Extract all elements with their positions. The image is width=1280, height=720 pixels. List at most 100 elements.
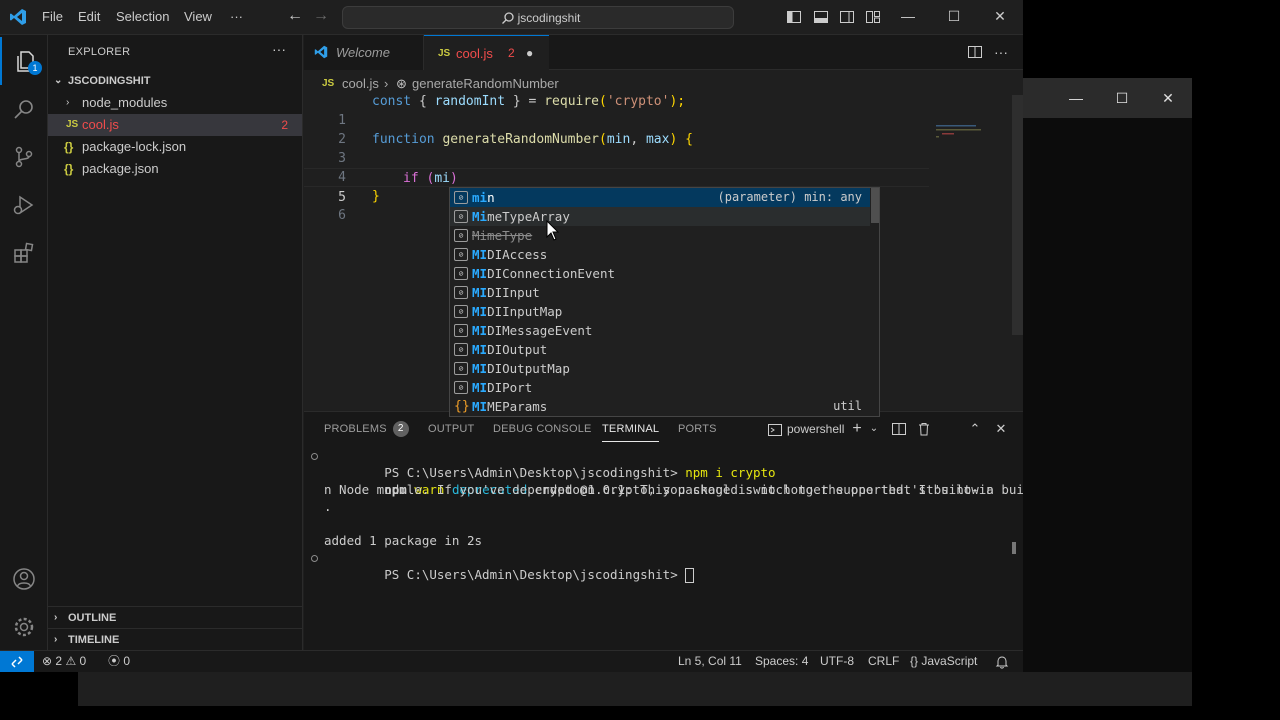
maximize-icon[interactable]: ☐ — [944, 8, 964, 25]
tab-welcome[interactable]: Welcome — [304, 35, 424, 70]
suggestion-item[interactable]: ⊘ MimeType — [450, 226, 870, 245]
timeline-section[interactable]: › TIMELINE — [48, 628, 302, 650]
encoding[interactable]: UTF-8 — [820, 651, 854, 672]
tree-item-package-json[interactable]: {} package.json — [48, 158, 302, 180]
terminal-line: added 1 package in 2s — [324, 533, 483, 548]
suggestion-item[interactable]: ⊘ MIDIOutputMap — [450, 359, 870, 378]
forward-arrow-icon[interactable]: → — [313, 7, 329, 25]
tab-problems[interactable]: PROBLEMS 2 — [324, 412, 409, 447]
workspace-root[interactable]: ⌄ JSCODINGSHIT — [48, 70, 302, 92]
suggestion-item[interactable]: {} MIMEParams util — [450, 397, 870, 416]
title-bar: File Edit Selection View ··· ← → jscodin… — [0, 0, 1023, 35]
tree-item-cool-js[interactable]: JS cool.js 2 — [48, 114, 302, 136]
suggestions-scrollbar[interactable] — [871, 188, 879, 223]
source-control-icon — [15, 146, 33, 168]
menu-file[interactable]: File — [42, 9, 63, 24]
tab-problem-count: 2 — [508, 46, 515, 60]
line-ending[interactable]: CRLF — [868, 651, 899, 672]
terminal-line: PS C:\Users\Admin\Desktop\jscodingshit> — [311, 549, 1014, 583]
terminal-cursor — [685, 568, 695, 583]
code-line-current: 5 if (mi) — [304, 168, 929, 205]
editor-scrollbar[interactable] — [1012, 95, 1023, 335]
outline-section[interactable]: › OUTLINE — [48, 606, 302, 628]
suggestion-item[interactable]: ⊘ MIDIInputMap — [450, 302, 870, 321]
error-count-badge: 2 — [281, 118, 288, 132]
command-decoration-icon — [311, 453, 318, 460]
ports-status[interactable]: ⦿ 0 — [108, 651, 130, 672]
split-editor-icon[interactable] — [966, 44, 984, 62]
toggle-panel-icon[interactable] — [813, 9, 829, 25]
menu-view[interactable]: View — [184, 9, 212, 24]
command-decoration-icon — [311, 555, 318, 562]
split-terminal-icon[interactable] — [890, 421, 908, 437]
suggestion-item[interactable]: ⊘ MimeTypeArray — [450, 207, 870, 226]
bell-icon[interactable] — [995, 655, 1009, 669]
indentation[interactable]: Spaces: 4 — [755, 651, 808, 672]
suggestion-item[interactable]: ⊘ MIDIPort — [450, 378, 870, 397]
json-file-icon: {} — [64, 140, 74, 154]
code-text: if (mi) — [403, 171, 458, 186]
chevron-down-icon[interactable]: ⌄ — [865, 421, 883, 437]
tab-debug-console[interactable]: DEBUG CONSOLE — [493, 412, 592, 447]
close-panel-icon[interactable]: ✕ — [992, 421, 1010, 437]
activity-extensions[interactable] — [0, 229, 48, 277]
minimap[interactable] — [936, 123, 1016, 143]
variable-icon: ⊘ — [454, 210, 468, 223]
unsaved-dot-icon[interactable]: ● — [526, 36, 533, 71]
line-number: 6 — [338, 208, 346, 223]
activity-source-control[interactable] — [0, 133, 48, 181]
suggestion-item[interactable]: ⊘ MIDIInput — [450, 283, 870, 302]
toggle-primary-sidebar-icon[interactable] — [786, 9, 802, 25]
tab-output[interactable]: OUTPUT — [428, 412, 474, 447]
suggestion-item[interactable]: ⊘ MIDIMessageEvent — [450, 321, 870, 340]
toggle-secondary-sidebar-icon[interactable] — [839, 9, 855, 25]
terminal-scrollbar[interactable] — [1012, 542, 1016, 554]
activity-explorer[interactable]: 1 — [0, 37, 48, 85]
tree-item-package-lock[interactable]: {} package-lock.json — [48, 136, 302, 158]
trash-icon[interactable] — [915, 421, 933, 437]
tree-item-node-modules[interactable]: › node_modules — [48, 92, 302, 114]
language-mode[interactable]: {} JavaScript — [910, 651, 977, 672]
menu-more[interactable]: ··· — [230, 9, 243, 24]
close-icon[interactable]: ✕ — [1158, 88, 1178, 108]
minimize-icon[interactable]: — — [1066, 88, 1086, 108]
terminal-icon — [768, 424, 782, 436]
close-icon[interactable]: ✕ — [990, 8, 1010, 25]
tab-cool-js[interactable]: JS cool.js 2 ● — [424, 35, 549, 70]
shell-name[interactable]: powershell — [787, 422, 844, 436]
command-center[interactable]: jscodingshit — [342, 6, 734, 29]
maximize-icon[interactable]: ☐ — [1112, 88, 1132, 108]
remote-indicator[interactable] — [0, 651, 34, 672]
tab-ports[interactable]: PORTS — [678, 412, 717, 447]
problems-status[interactable]: ⊗ 2 ⚠ 0 — [42, 651, 86, 672]
customize-layout-icon[interactable] — [865, 9, 881, 25]
variable-icon: ⊘ — [454, 343, 468, 356]
terminal-line: npm warn deprecated crypto@1.0.1: This p… — [384, 482, 1023, 497]
new-terminal-icon[interactable]: + — [848, 421, 866, 437]
menu-selection[interactable]: Selection — [116, 9, 169, 24]
more-actions-icon[interactable]: ··· — [272, 41, 286, 57]
activity-manage[interactable] — [0, 603, 48, 651]
back-arrow-icon[interactable]: ← — [287, 7, 303, 25]
suggestion-item[interactable]: ⊘ min (parameter) min: any — [450, 188, 870, 207]
more-actions-icon[interactable]: ··· — [992, 44, 1010, 62]
tab-label: cool.js — [456, 46, 493, 61]
menu-edit[interactable]: Edit — [78, 9, 100, 24]
run-debug-icon — [13, 195, 34, 215]
maximize-panel-icon[interactable]: ⌃ — [966, 421, 984, 437]
activity-accounts[interactable] — [0, 555, 48, 603]
cursor-position[interactable]: Ln 5, Col 11 — [678, 651, 742, 672]
chevron-down-icon: ⌄ — [54, 75, 63, 86]
module-icon: {} — [454, 399, 470, 414]
chevron-right-icon: › — [54, 612, 58, 623]
variable-icon: ⊘ — [454, 381, 468, 394]
activity-search[interactable] — [0, 85, 48, 133]
suggestion-item[interactable]: ⊘ MIDIOutput — [450, 340, 870, 359]
minimize-icon[interactable]: — — [898, 8, 918, 24]
suggestion-detail: util — [833, 399, 862, 413]
problems-count-badge: 2 — [392, 421, 409, 438]
terminal-line: PS C:\Users\Admin\Desktop\jscodingshit> … — [311, 447, 1014, 480]
suggestion-item[interactable]: ⊘ MIDIAccess — [450, 245, 870, 264]
activity-run-debug[interactable] — [0, 181, 48, 229]
suggestion-item[interactable]: ⊘ MIDIConnectionEvent — [450, 264, 870, 283]
